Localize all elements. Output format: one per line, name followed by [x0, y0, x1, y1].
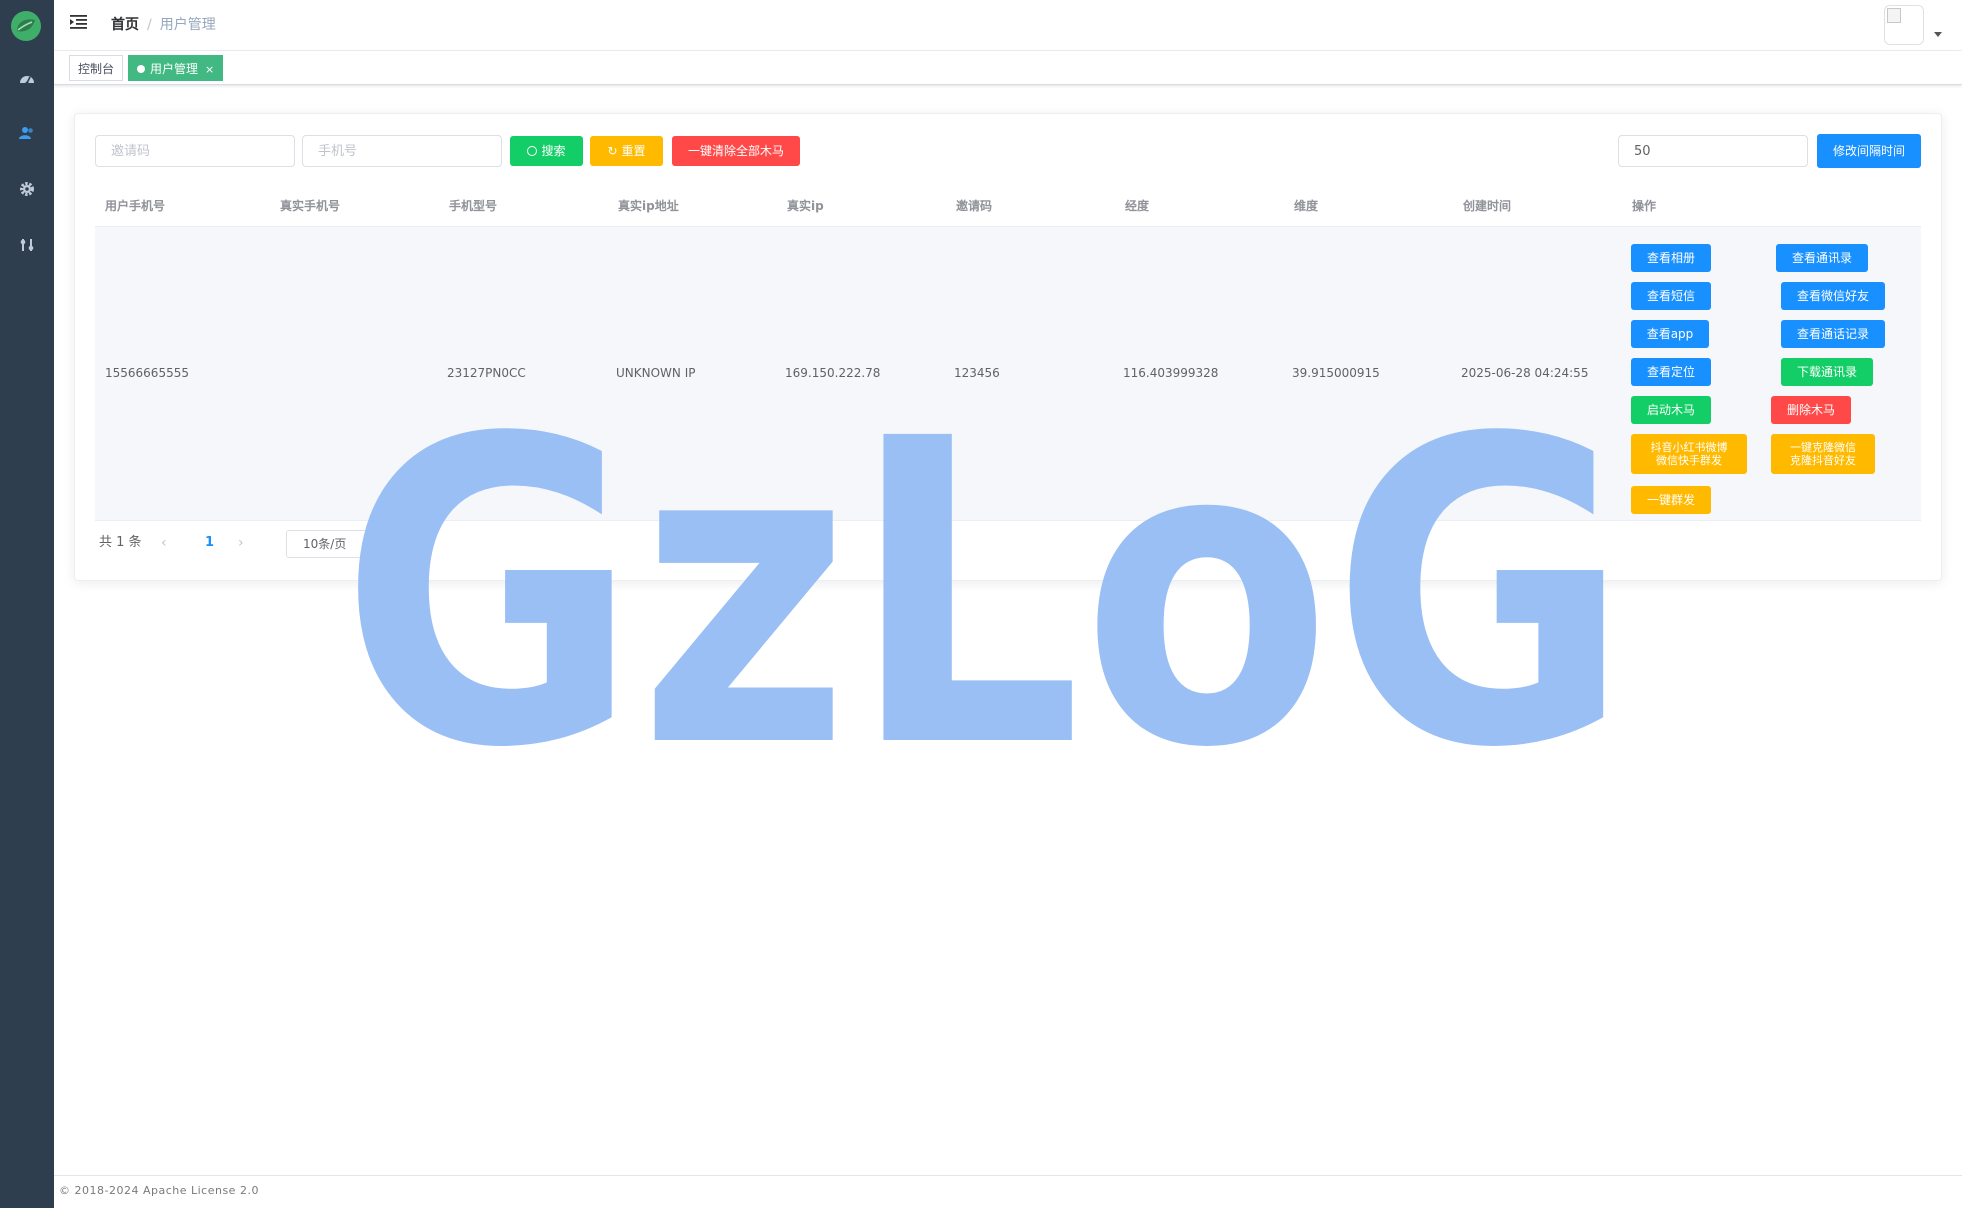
tag-dashboard[interactable]: 控制台 — [69, 55, 124, 81]
close-icon[interactable]: × — [205, 63, 214, 76]
column-header: 邀请码 — [956, 199, 993, 213]
menu-fold-icon[interactable] — [70, 14, 88, 32]
cell-invite-code: 123456 — [954, 366, 1000, 380]
refresh-icon: ↻ — [607, 144, 618, 158]
column-header: 用户手机号 — [105, 199, 166, 213]
chevron-down-icon[interactable] — [1934, 32, 1942, 37]
column-header: 维度 — [1294, 199, 1319, 213]
delete-trojan-button[interactable]: 删除木马 — [1771, 396, 1851, 424]
tag-user-management[interactable]: 用户管理 × — [128, 55, 224, 81]
navbar: 首页 / 用户管理 — [54, 0, 1962, 51]
chevron-down-icon: ⌄ — [363, 537, 373, 550]
reset-button[interactable]: ↻ 重置 — [590, 136, 663, 166]
breadcrumb: 首页 / 用户管理 — [111, 15, 216, 35]
cell-ip: 169.150.222.78 — [785, 366, 881, 380]
table-row: 15566665555 23127PN0CC UNKNOWN IP 169.15… — [95, 227, 1921, 521]
settings-icon[interactable] — [17, 179, 37, 199]
interval-input[interactable] — [1618, 135, 1808, 167]
tools-icon[interactable] — [17, 235, 37, 255]
cell-latitude: 39.915000915 — [1292, 366, 1380, 380]
page-size-select[interactable]: 10条/页 ⌄ — [286, 530, 382, 558]
view-contacts-button[interactable]: 查看通讯录 — [1776, 244, 1868, 272]
reset-button-label: 重置 — [621, 144, 646, 158]
tag-label: 用户管理 — [150, 62, 199, 76]
tag-label: 控制台 — [78, 62, 115, 76]
cell-phone-model: 23127PN0CC — [447, 366, 526, 380]
page-number[interactable]: 1 — [205, 528, 214, 558]
invite-code-input[interactable] — [95, 135, 295, 167]
column-header: 经度 — [1125, 199, 1150, 213]
active-dot-icon — [137, 65, 145, 73]
button-line: 微信快手群发 — [1656, 454, 1722, 467]
cell-created-time: 2025-06-28 04:24:55 — [1461, 366, 1589, 380]
column-header: 真实ip地址 — [618, 199, 679, 213]
pagination-total: 共 1 条 — [99, 535, 142, 550]
users-icon[interactable] — [17, 123, 37, 143]
mass-send-button[interactable]: 一键群发 — [1631, 486, 1711, 514]
view-wechat-friends-button[interactable]: 查看微信好友 — [1781, 282, 1885, 310]
cell-longitude: 116.403999328 — [1123, 366, 1219, 380]
column-header: 手机型号 — [449, 199, 498, 213]
view-album-button[interactable]: 查看相册 — [1631, 244, 1711, 272]
sidebar — [0, 0, 54, 1208]
dashboard-icon[interactable] — [17, 68, 37, 88]
column-header: 真实ip — [787, 199, 824, 213]
button-line: 一键克隆微信 — [1790, 441, 1856, 454]
search-icon — [527, 146, 538, 156]
column-header: 操作 — [1632, 199, 1657, 213]
download-contacts-button[interactable]: 下载通讯录 — [1781, 358, 1873, 386]
modify-interval-button[interactable]: 修改间隔时间 — [1817, 134, 1921, 168]
column-header: 真实手机号 — [280, 199, 341, 213]
copyright-text: © 2018-2024 Apache License 2.0 — [59, 1184, 259, 1197]
cell-ip-address: UNKNOWN IP — [616, 366, 696, 380]
breadcrumb-current: 用户管理 — [159, 17, 216, 33]
footer: © 2018-2024 Apache License 2.0 — [54, 1175, 1962, 1208]
cell-user-phone: 15566665555 — [105, 366, 189, 380]
chevron-right-icon[interactable]: › — [238, 528, 244, 558]
view-call-log-button[interactable]: 查看通话记录 — [1781, 320, 1885, 348]
clone-friends-button[interactable]: 一键克隆微信 克隆抖音好友 — [1771, 434, 1875, 474]
start-trojan-button[interactable]: 启动木马 — [1631, 396, 1711, 424]
view-app-button[interactable]: 查看app — [1631, 320, 1709, 348]
main-card: 搜索 ↻重置 一键清除全部木马 修改间隔时间 用户手机号 真实手机号 手机型号 … — [74, 113, 1942, 581]
breadcrumb-separator: / — [147, 17, 152, 33]
table-header: 用户手机号 真实手机号 手机型号 真实ip地址 真实ip 邀请码 经度 维度 创… — [95, 186, 1921, 227]
breadcrumb-home[interactable]: 首页 — [111, 17, 139, 33]
search-button-label: 搜索 — [541, 144, 566, 158]
column-header: 创建时间 — [1463, 199, 1512, 213]
view-sms-button[interactable]: 查看短信 — [1631, 282, 1711, 310]
avatar[interactable] — [1884, 5, 1924, 45]
broken-image-icon — [1887, 8, 1901, 23]
button-line: 克隆抖音好友 — [1790, 454, 1856, 467]
search-button[interactable]: 搜索 — [510, 136, 583, 166]
social-mass-send-button[interactable]: 抖音小红书微博 微信快手群发 — [1631, 434, 1747, 474]
tags-view: 控制台 用户管理 × — [54, 51, 1962, 85]
chevron-left-icon[interactable]: ‹ — [161, 528, 167, 558]
view-location-button[interactable]: 查看定位 — [1631, 358, 1711, 386]
clear-all-trojans-button[interactable]: 一键清除全部木马 — [672, 136, 800, 166]
phone-input[interactable] — [302, 135, 502, 167]
page-size-value: 10条/页 — [303, 537, 347, 551]
button-line: 抖音小红书微博 — [1650, 441, 1728, 454]
logo-leaf-icon[interactable] — [11, 11, 41, 41]
